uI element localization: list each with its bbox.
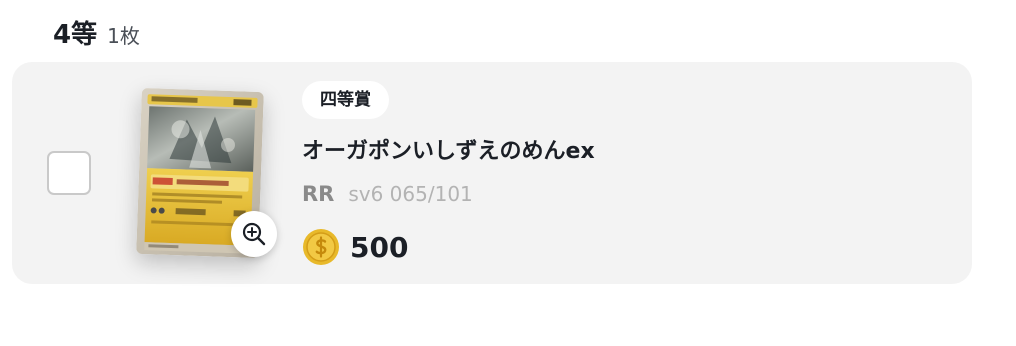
zoom-in-icon (242, 222, 266, 246)
price-row: 500 (302, 228, 408, 266)
card-rarity: RR (302, 182, 335, 206)
prize-count-label: 1枚 (107, 24, 140, 48)
card-set-code: sv6 065/101 (348, 182, 473, 206)
price-value: 500 (350, 230, 409, 264)
zoom-button[interactable] (231, 211, 277, 257)
select-checkbox[interactable] (47, 151, 91, 195)
prize-tier-header: 4等 1枚 (53, 14, 140, 51)
prize-rank-title: 4等 (53, 20, 98, 50)
prize-item-card: 四等賞 オーガポンいしずえのめんex RR sv6 065/101 500 (12, 62, 972, 284)
card-name: オーガポンいしずえのめんex (302, 139, 595, 164)
prize-rank-badge: 四等賞 (302, 81, 389, 119)
card-meta: RR sv6 065/101 (302, 182, 473, 206)
coin-icon (303, 229, 339, 265)
